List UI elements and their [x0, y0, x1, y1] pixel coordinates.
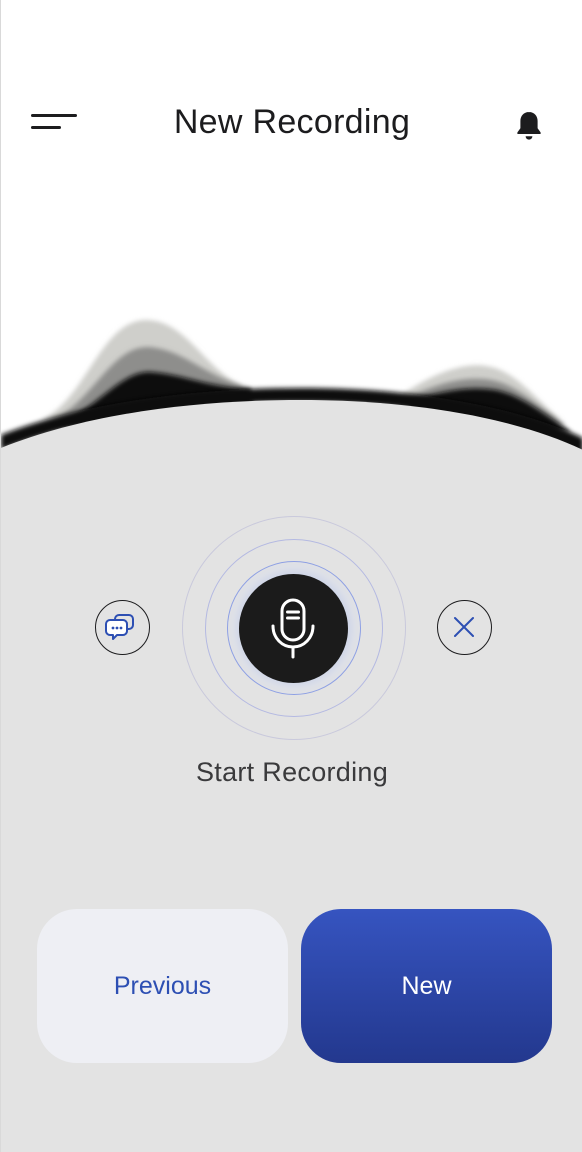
- transcript-button[interactable]: [95, 600, 150, 655]
- waveform-visual: [1, 300, 582, 500]
- chat-bubbles-icon: [105, 614, 134, 640]
- new-button[interactable]: New: [301, 909, 552, 1063]
- previous-button[interactable]: Previous: [37, 909, 288, 1063]
- close-icon: [454, 617, 474, 637]
- microphone-icon: [271, 598, 315, 659]
- cancel-button[interactable]: [437, 600, 492, 655]
- page-title: New Recording: [173, 103, 411, 141]
- app-screen: New Recording Start Recording Previous N…: [0, 0, 582, 1152]
- recording-status-label: Start Recording: [195, 757, 389, 787]
- record-button[interactable]: [239, 574, 348, 683]
- bell-icon: [517, 112, 541, 140]
- header: New Recording: [1, 0, 582, 200]
- notification-button[interactable]: [507, 104, 551, 148]
